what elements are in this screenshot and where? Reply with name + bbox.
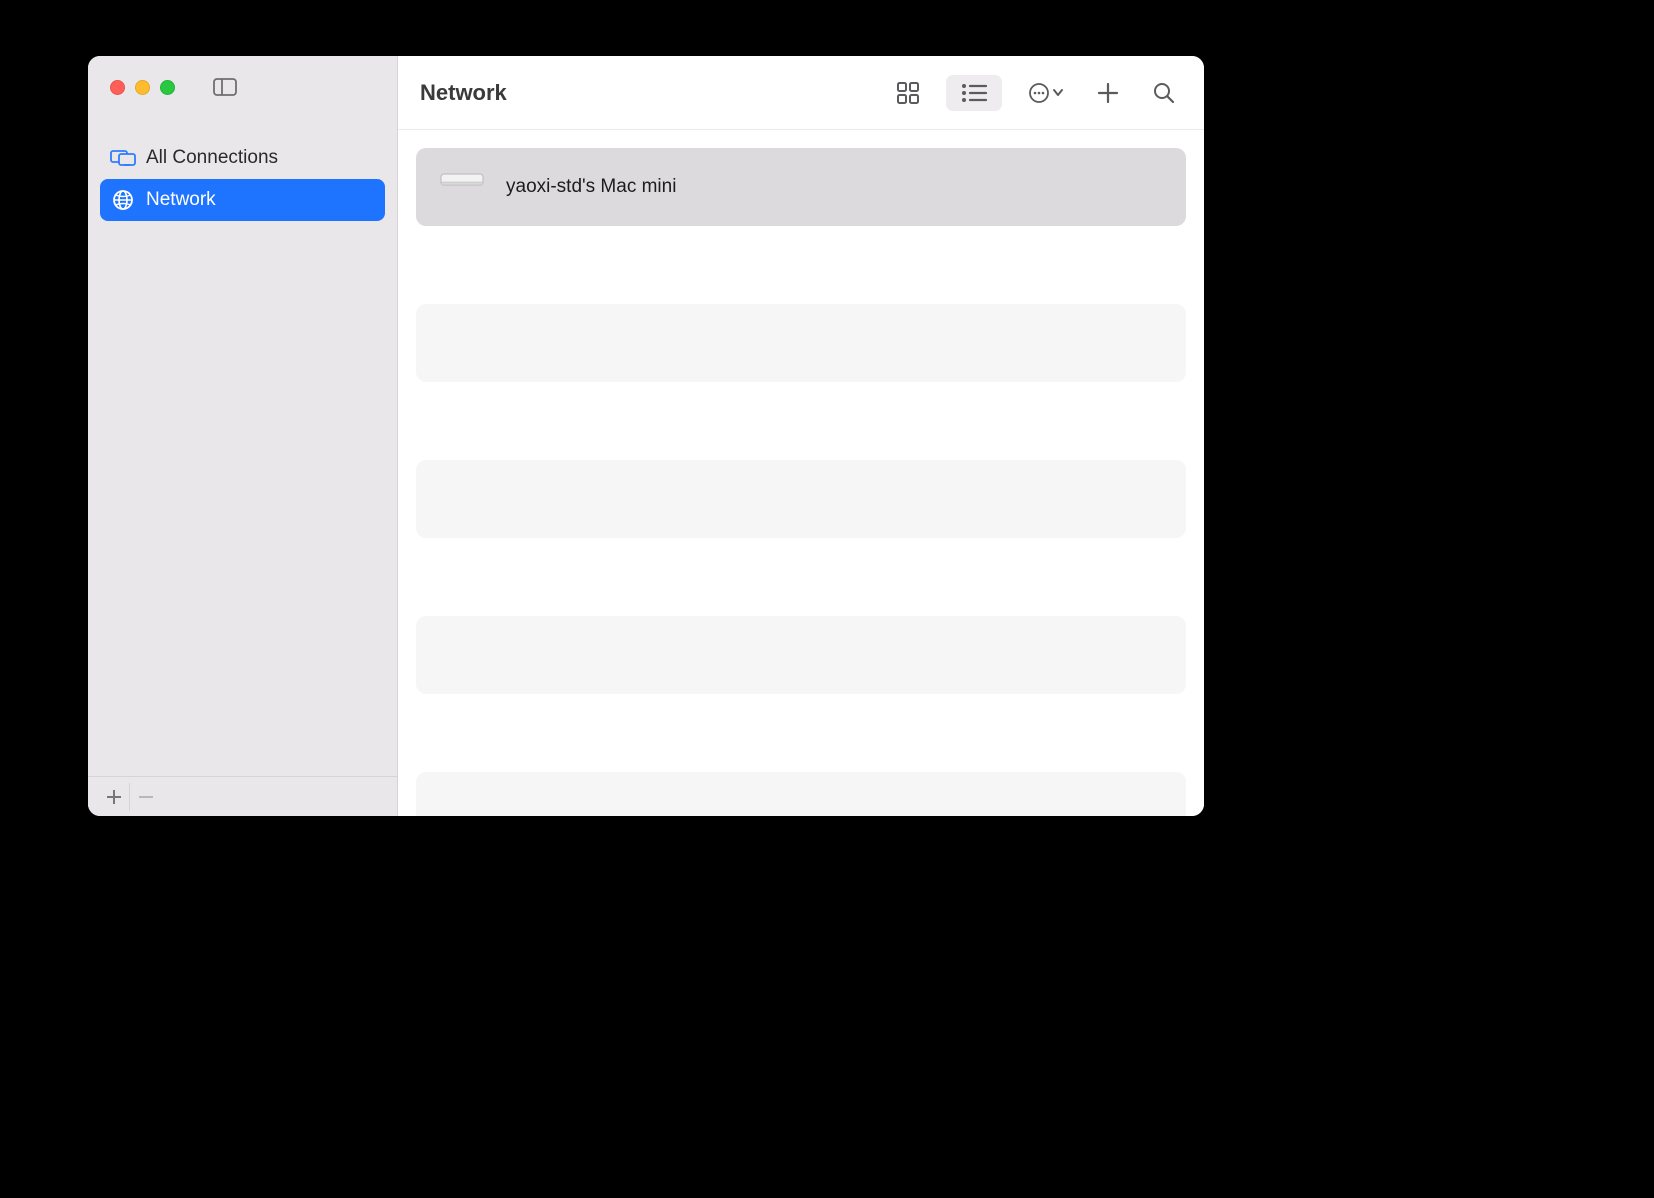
displays-icon [110, 147, 136, 169]
add-source-button[interactable] [98, 783, 130, 811]
add-button[interactable] [1090, 77, 1126, 109]
traffic-lights [110, 80, 175, 95]
list-row-empty [416, 772, 1186, 816]
list-item[interactable]: yaoxi-std's Mac mini [416, 148, 1186, 226]
search-icon [1153, 82, 1175, 104]
grid-icon [896, 81, 920, 105]
sidebar-toggle-button[interactable] [211, 76, 239, 98]
close-button[interactable] [110, 80, 125, 95]
device-name: yaoxi-std's Mac mini [506, 176, 676, 198]
sidebar-items: All Connections Network [88, 118, 397, 776]
row-gap [416, 226, 1186, 304]
titlebar [88, 56, 397, 118]
list-row-empty [416, 304, 1186, 382]
main-content: Network [398, 56, 1204, 816]
search-button[interactable] [1146, 77, 1182, 109]
grid-view-button[interactable] [890, 77, 926, 109]
maximize-button[interactable] [160, 80, 175, 95]
sidebar-item-all-connections[interactable]: All Connections [100, 137, 385, 179]
chevron-down-icon [1054, 90, 1062, 95]
minus-icon [138, 789, 154, 805]
minimize-button[interactable] [135, 80, 150, 95]
sidebar-icon [213, 78, 237, 96]
page-title: Network [420, 80, 882, 106]
sidebar-item-label: All Connections [146, 147, 278, 169]
sidebar-item-network[interactable]: Network [100, 179, 385, 221]
sidebar: All Connections Network [88, 56, 398, 816]
list-row-empty [416, 460, 1186, 538]
mac-mini-icon [440, 173, 484, 201]
plus-icon [1097, 82, 1119, 104]
plus-icon [106, 789, 122, 805]
sidebar-item-label: Network [146, 189, 216, 211]
content-list: yaoxi-std's Mac mini [398, 130, 1204, 816]
toolbar: Network [398, 56, 1204, 130]
app-window: All Connections Network [88, 56, 1204, 816]
list-view-button[interactable] [946, 75, 1002, 111]
toolbar-actions [890, 75, 1182, 111]
more-options-button[interactable] [1022, 77, 1070, 109]
remove-source-button[interactable] [130, 783, 162, 811]
ellipsis-circle-icon [1028, 82, 1064, 104]
sidebar-footer [88, 776, 397, 816]
globe-icon [110, 189, 136, 211]
list-icon [961, 83, 987, 103]
list-row-empty [416, 616, 1186, 694]
